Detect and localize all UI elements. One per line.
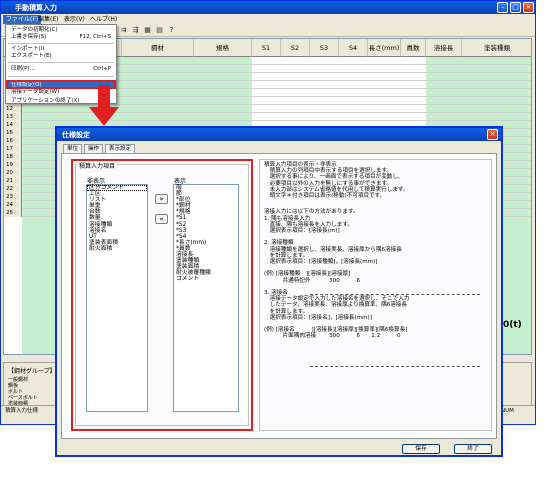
- table-row[interactable]: 12: [4, 105, 531, 113]
- menu-separator: [8, 76, 114, 77]
- row-number: 25: [4, 209, 22, 217]
- spec-settings-dialog: 仕様設定 × 単位 操作 表示設定 積算入力項目 非表示 区分コメント 工区 リスト…: [55, 126, 503, 457]
- menu-separator: [8, 62, 114, 63]
- row-number: 24: [4, 201, 22, 209]
- col-header-count[interactable]: 員数: [401, 39, 426, 57]
- menu-item-print[interactable]: 印刷(P)... Ctrl+P: [8, 66, 114, 73]
- description-line: 片面隅肉溶接 300 6 1.2 0: [264, 333, 401, 340]
- delete-row-icon[interactable]: ⇶: [131, 26, 140, 35]
- total-weight: 0(t): [503, 320, 522, 330]
- row-number: 23: [4, 193, 22, 201]
- description-line: 選択表示項目：[溶接名]，[溶接長(mm)]: [264, 314, 372, 321]
- insert-row-icon[interactable]: ⇉: [119, 26, 128, 35]
- tab-unit[interactable]: 単位: [63, 144, 83, 153]
- row-number: 22: [4, 185, 22, 193]
- save-button[interactable]: 保存: [402, 444, 440, 454]
- row-number: 20: [4, 169, 22, 177]
- col-header-spec[interactable]: 規格: [194, 39, 252, 57]
- red-arrow-icon: [89, 85, 119, 126]
- row-number: 21: [4, 177, 22, 185]
- row-number: 14: [4, 121, 22, 129]
- description-line: 頭文字＊付き項目は表示(移動)不可項目です。: [264, 193, 386, 199]
- menu-item-import[interactable]: インポート(I): [8, 46, 114, 53]
- grid-icon[interactable]: ▦: [143, 26, 152, 35]
- exit-button[interactable]: 終了: [454, 444, 492, 454]
- status-text: 積算入力仕様: [5, 408, 39, 414]
- col-header-length[interactable]: 長さ(mm): [368, 39, 401, 57]
- menu-separator: [8, 43, 114, 44]
- table-icon[interactable]: ▤: [155, 26, 164, 35]
- col-header-s3[interactable]: S3: [310, 39, 339, 57]
- row-number: 19: [4, 161, 22, 169]
- description-line: 共通特記外 300 6: [264, 277, 361, 284]
- col-header-s4[interactable]: S4: [339, 39, 368, 57]
- maximize-button[interactable]: □: [510, 2, 521, 13]
- col-header-s1[interactable]: S1: [252, 39, 281, 57]
- dashed-divider: [310, 294, 480, 295]
- row-number: 12: [4, 105, 22, 113]
- help-icon[interactable]: ?: [167, 26, 176, 35]
- menu-item-export[interactable]: エクスポート(E): [8, 53, 114, 60]
- tab-operation[interactable]: 操作: [84, 144, 104, 153]
- dialog-body: 積算入力項目 非表示 区分コメント 工区 リスト 単重 台数 数量 溶接種類 溶接名 UT 塗装表…: [61, 153, 497, 439]
- highlight-box-group: [71, 159, 253, 431]
- dialog-close-button[interactable]: ×: [487, 129, 498, 140]
- minimize-button[interactable]: –: [497, 2, 508, 13]
- description-area: 積算入力項目の表示・非表示 積算入力の列項目中表示する項目を選択します。 選択す…: [259, 159, 492, 431]
- bottom-pane-title: 【鋼材グループ】: [8, 368, 56, 375]
- menu-item-save[interactable]: 上書き保存(S) F12, Ctrl+S: [8, 34, 114, 41]
- col-header-s2[interactable]: S2: [281, 39, 310, 57]
- dashed-divider: [310, 366, 480, 367]
- dialog-title: 仕様設定: [57, 128, 501, 141]
- col-header-paint-type[interactable]: 塗装種類: [462, 39, 531, 57]
- row-number: 17: [4, 145, 22, 153]
- menu-item-reset[interactable]: データの初期化(C): [8, 27, 114, 34]
- description-line: 選択表示項目：[溶接種類]，[溶接長(mm)]: [264, 259, 378, 265]
- menu-edit[interactable]: 編集(E): [35, 15, 61, 24]
- table-row[interactable]: 13: [4, 113, 531, 121]
- menu-view[interactable]: 表示(V): [61, 15, 88, 24]
- col-header-weld-length[interactable]: 溶接長: [426, 39, 462, 57]
- menu-help[interactable]: ヘルプ(H): [87, 15, 120, 24]
- main-window-title: 手動積算入力: [1, 1, 535, 14]
- col-header-steel[interactable]: 鋼材: [122, 39, 194, 57]
- bottom-pane-list: 一般鋼材 鋼板 ボルト ベースボルト 塗装面積: [8, 377, 38, 407]
- row-number: 16: [4, 137, 22, 145]
- close-button[interactable]: ×: [523, 2, 534, 13]
- row-number: 15: [4, 129, 22, 137]
- description-line: 選択表示項目：[溶接長(m)]: [264, 228, 340, 234]
- row-number: 18: [4, 153, 22, 161]
- row-number: 13: [4, 113, 22, 121]
